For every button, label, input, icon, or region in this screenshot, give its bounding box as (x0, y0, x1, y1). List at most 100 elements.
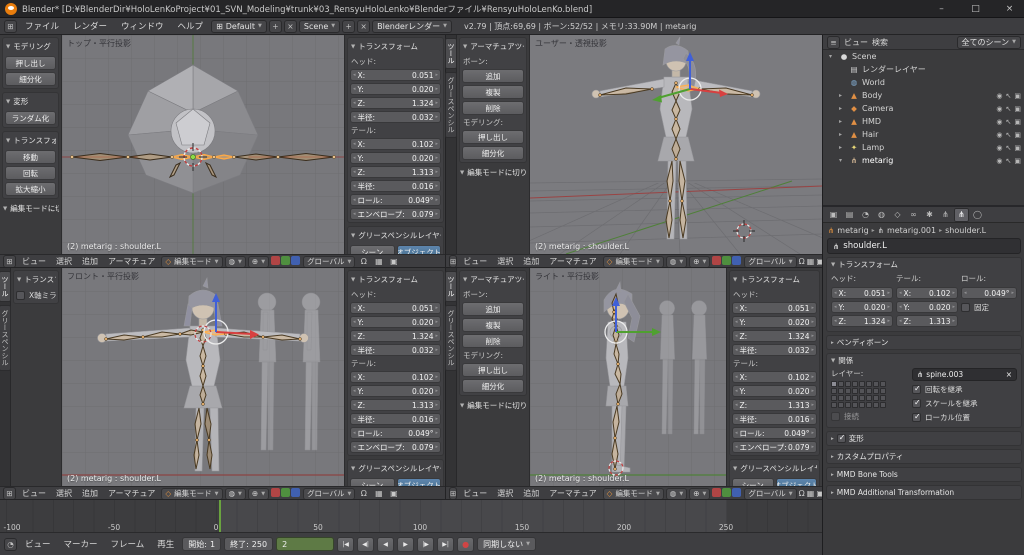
outliner-editor-type-icon[interactable]: ≡ (827, 35, 840, 49)
renderability-icon[interactable]: ▣ (1014, 131, 1021, 139)
visibility-eye-icon[interactable]: ◉ (996, 144, 1002, 152)
tab-constraints[interactable]: ∞ (906, 208, 921, 222)
menu-add[interactable]: 追加 (519, 256, 543, 267)
subdivide-button[interactable]: 細分化 (462, 146, 524, 160)
shelf-tab-tools[interactable]: ツール (0, 271, 11, 302)
scale-manipulator-icon[interactable] (291, 256, 301, 265)
connected-checkbox[interactable] (831, 412, 840, 421)
tail-z-field[interactable]: Z:1.313 (350, 166, 441, 178)
mode-selector[interactable]: ◇ 編集モード ▼ (602, 487, 664, 500)
add-bone-button[interactable]: 追加 (462, 69, 524, 83)
roll-field[interactable]: ロール:0.049° (732, 427, 817, 439)
mode-selector[interactable]: ◇ 編集モード ▼ (602, 255, 664, 268)
viewport-canvas-right[interactable]: ライト・平行投影 (2) metarig : shoulder.L (530, 268, 726, 486)
head-x-field[interactable]: X:0.051 (350, 302, 441, 314)
render-view-icon[interactable]: ▣ (387, 256, 400, 268)
jump-next-keyframe-button[interactable]: |▶ (417, 536, 435, 552)
expand-icon[interactable]: ▾ (839, 157, 846, 164)
delete-bone-button[interactable]: 削除 (462, 334, 524, 348)
renderability-icon[interactable]: ▣ (1014, 157, 1021, 165)
renderability-icon[interactable]: ▣ (1014, 105, 1021, 113)
orientation-selector[interactable]: グローバル ▼ (744, 487, 797, 500)
menu-view[interactable]: ビュー (459, 256, 491, 267)
pivot-selector[interactable]: ⊕ ▼ (247, 487, 270, 500)
bone-layer-cell[interactable] (866, 388, 872, 394)
pivot-selector[interactable]: ⊕ ▼ (689, 255, 711, 268)
menu-armature[interactable]: アーマチュア (545, 488, 600, 499)
shelf-tab-grease-pencil[interactable]: グリースペンシル (445, 72, 457, 138)
shading-selector[interactable]: ◍ ▼ (665, 255, 688, 268)
renderability-icon[interactable]: ▣ (1014, 118, 1021, 126)
tail-y-field[interactable]: Y:0.020 (732, 385, 817, 397)
bone-layer-cell[interactable] (838, 381, 844, 387)
shelf-tab-grease-pencil[interactable]: グリースペンシル (445, 305, 457, 371)
head-x-field[interactable]: X:0.051 (831, 287, 893, 299)
head-x-field[interactable]: X:0.051 (350, 69, 441, 81)
head-radius-field[interactable]: 半径:0.032 (350, 111, 441, 123)
gp-object-toggle[interactable]: オブジェクト (775, 478, 817, 486)
timeline-editor-type-icon[interactable]: ◔ (4, 537, 17, 551)
panel-header-armature-tools[interactable]: ▼アーマチュアツール (462, 273, 524, 287)
scale-manipulator-icon[interactable] (291, 488, 301, 497)
visibility-eye-icon[interactable]: ◉ (996, 105, 1002, 113)
minimize-button[interactable]: – (927, 0, 956, 18)
rotate-manipulator-icon[interactable] (281, 256, 291, 265)
rotate-manipulator-icon[interactable] (722, 256, 732, 265)
panel-header-deform[interactable]: ▸ 変形 (827, 432, 1021, 445)
outliner-item-metarig[interactable]: ▾ ⋔ metarig ◉ ↖ ▣ (823, 154, 1024, 167)
visibility-eye-icon[interactable]: ◉ (996, 131, 1002, 139)
shelf-tab-grease-pencil[interactable]: グリースペンシル (0, 305, 11, 371)
mode-selector[interactable]: ◇ 編集モード ▼ (161, 487, 223, 500)
bone-layer-cell[interactable] (859, 395, 865, 401)
head-z-field[interactable]: Z:1.324 (732, 330, 817, 342)
bone-layer-cell[interactable] (831, 402, 837, 408)
outliner-display-mode[interactable]: 全てのシーン ▼ (956, 35, 1021, 49)
head-y-field[interactable]: Y:0.020 (831, 301, 893, 313)
bone-layer-cell[interactable] (866, 381, 872, 387)
bone-layer-cell[interactable] (880, 381, 886, 387)
panel-collapse-icon[interactable]: ▸ (831, 454, 834, 460)
panel-header-transform[interactable]: ▼トランスフォーム (350, 40, 441, 54)
start-frame-field[interactable]: 開始: 1 (182, 537, 222, 551)
panel-header-switch-edit[interactable]: ▼編集モードに切り替え (459, 166, 527, 180)
panel-collapse-icon[interactable]: ▸ (831, 340, 834, 346)
gp-scene-toggle[interactable]: シーン (350, 245, 395, 254)
tab-modifiers[interactable]: ✱ (922, 208, 937, 222)
outliner-item-lamp[interactable]: ▸ ✦ Lamp ◉ ↖ ▣ (823, 141, 1024, 154)
close-button[interactable]: × (995, 0, 1024, 18)
local-location-checkbox[interactable] (912, 412, 921, 422)
head-y-field[interactable]: Y:0.020 (350, 83, 441, 95)
screen-layout-selector[interactable]: ⊞ Default ▼ (211, 19, 267, 33)
render-view-icon[interactable]: ▣ (387, 488, 400, 500)
tail-y-field[interactable]: Y:0.020 (350, 385, 441, 397)
tail-z-field[interactable]: Z:1.313 (732, 399, 817, 411)
outliner-item-camera[interactable]: ▸ ◆ Camera ◉ ↖ ▣ (823, 102, 1024, 115)
tab-physics[interactable]: ◯ (970, 208, 985, 222)
scale-manipulator-icon[interactable] (732, 256, 742, 265)
selectability-icon[interactable]: ↖ (1006, 157, 1012, 165)
head-radius-field[interactable]: 半径:0.032 (732, 344, 817, 356)
viewport-canvas-front[interactable]: フロント・平行投影 (2) metarig : shoulder.L (62, 268, 344, 486)
layers-grid-icon[interactable]: ▦ (372, 256, 385, 268)
bone-layer-cell[interactable] (831, 388, 837, 394)
extrude-button[interactable]: 押し出し (5, 56, 56, 70)
translate-manipulator-icon[interactable] (271, 256, 281, 265)
panel-header-transform-options[interactable]: ▼トランスフォームオプション (16, 273, 56, 287)
visibility-eye-icon[interactable]: ◉ (996, 157, 1002, 165)
shelf-tab-tools[interactable]: ツール (445, 271, 457, 302)
current-frame-field[interactable]: 2 (276, 537, 335, 551)
end-frame-field[interactable]: 終了: 250 (224, 537, 274, 551)
expand-icon[interactable]: ▸ (839, 92, 846, 99)
head-z-field[interactable]: Z:1.324 (350, 330, 441, 342)
bone-layer-cell[interactable] (838, 388, 844, 394)
bone-layer-cell[interactable] (873, 402, 879, 408)
breadcrumb-object[interactable]: metarig (837, 226, 868, 235)
bone-layer-cell[interactable] (859, 402, 865, 408)
tail-y-field[interactable]: Y:0.020 (350, 152, 441, 164)
roll-field[interactable]: 0.049° (961, 287, 1017, 299)
envelope-field[interactable]: エンベロープ:0.079 (732, 441, 817, 453)
expand-icon[interactable]: ▸ (839, 131, 846, 138)
add-bone-button[interactable]: 追加 (462, 302, 524, 316)
scale-manipulator-icon[interactable] (732, 488, 742, 497)
snap-magnet-icon[interactable]: Ω (799, 488, 805, 500)
